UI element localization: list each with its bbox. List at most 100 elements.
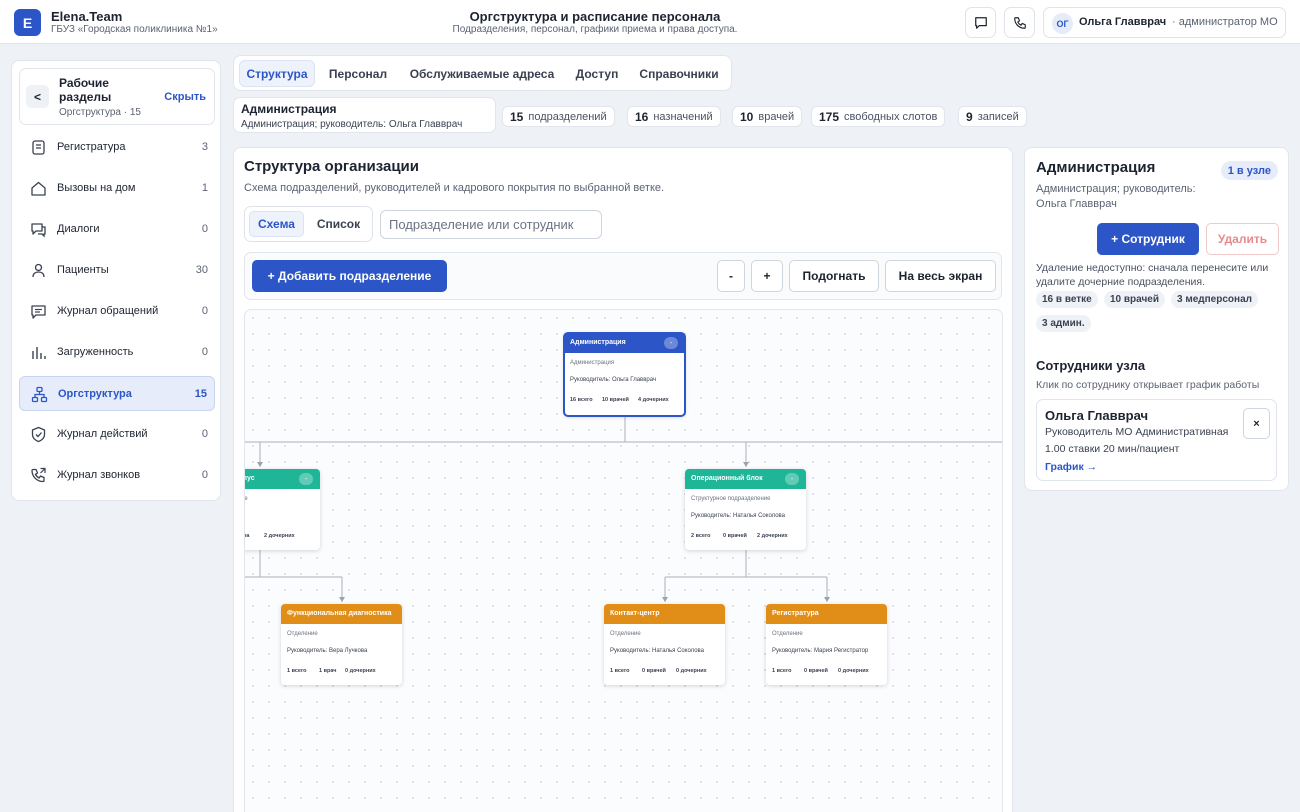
tab-references[interactable]: Справочники — [632, 60, 726, 87]
user-icon — [32, 263, 45, 278]
sidebar-item-label: Регистратура — [57, 141, 126, 153]
sidebar-title: Рабочие разделы — [59, 76, 112, 104]
collapse-sidebar-button[interactable]: < — [26, 85, 49, 108]
sidebar-subtitle: Оргструктура · 15 — [59, 107, 141, 118]
user-menu[interactable]: ОГ Ольга Главврач · администратор МО — [1043, 7, 1286, 38]
delete-note: Удаление недоступно: сначала перенесите … — [1036, 262, 1269, 288]
stat-doctors: 10 врачей — [732, 106, 803, 127]
stat-units: 15 подразделений — [502, 106, 615, 127]
view-switch: Схема Список — [244, 206, 373, 242]
org-node-type: Отделение — [610, 631, 641, 637]
sidebar-item-count: 0 — [201, 346, 208, 358]
sidebar-item-count: 0 — [201, 428, 208, 440]
org-node-chip: 0 дочерних — [345, 668, 376, 674]
sidebar-item-label: Пациенты — [57, 264, 109, 276]
org-node-head: Руководитель: Мария Регистратор — [772, 648, 869, 654]
search-input[interactable] — [380, 210, 602, 239]
org-node-chip: 1 всего — [610, 668, 630, 674]
org-chart-canvas[interactable]: Администрация - Администрация Руководитель:… — [244, 309, 1003, 812]
org-node-chip: 1 всего — [287, 668, 307, 674]
sidebar-item-0[interactable]: Регистратура 3 — [19, 130, 215, 165]
zoom-in-button[interactable]: + — [751, 260, 783, 292]
node-staff-hint: Клик по сотруднику открывает график рабо… — [1036, 379, 1260, 391]
org-node[interactable]: Операционный блок - Структурное подразделе… — [685, 469, 806, 550]
org-node-head: Руководитель: Ольга Главврач — [570, 377, 657, 383]
org-node-chip: 0 дочерних — [676, 668, 707, 674]
unit-subtitle: Администрация; руководитель: Ольга Главв… — [1036, 183, 1196, 210]
tab-addresses[interactable]: Обслуживаемые адреса — [402, 60, 562, 87]
fullscreen-button[interactable]: На весь экран — [885, 260, 996, 292]
collapse-node-button[interactable]: - — [664, 337, 678, 349]
sidebar-item-3[interactable]: Пациенты 30 — [19, 253, 215, 288]
sidebar-item-4[interactable]: Журнал обращений 0 — [19, 294, 215, 329]
org-node[interactable]: ческий корпус-подразделениеВера Лучковар… — [244, 469, 320, 550]
org-node-type: подразделение — [244, 496, 248, 502]
org-node-type: Администрация — [570, 360, 615, 366]
org-node[interactable]: Контакт-центр Отделение Руководитель: Ната… — [604, 604, 725, 685]
view-schema-button[interactable]: Схема — [249, 211, 304, 237]
org-node-chip: 4 дочерних — [638, 397, 669, 403]
org-node[interactable]: Администрация - Администрация Руководитель:… — [563, 332, 686, 417]
current-unit-crumb: Администрация Администрация; руководител… — [233, 97, 496, 133]
user-name: Ольга Главврач — [1079, 16, 1167, 28]
app-header: E Elena.Team ГБУЗ «Городская поликлиника… — [0, 0, 1300, 44]
chat-button[interactable] — [965, 7, 996, 38]
org-node-chip: 0 врачей — [642, 668, 666, 674]
delete-unit-button[interactable]: Удалить — [1206, 223, 1279, 255]
sidebar-item-label: Вызовы на дом — [57, 182, 136, 194]
sidebar-item-count: 0 — [201, 223, 208, 235]
tab-structure[interactable]: Структура — [239, 60, 315, 87]
org-node-chip: 0 врачей — [723, 533, 747, 539]
org-node[interactable]: Регистратура Отделение Руководитель: Мария… — [766, 604, 887, 685]
sidebar-item-label: Оргструктура — [58, 388, 132, 400]
phone-button[interactable] — [1004, 7, 1035, 38]
sidebar-item-label: Журнал звонков — [57, 469, 141, 481]
add-employee-button[interactable]: + Сотрудник — [1097, 223, 1199, 255]
hide-sidebar-link[interactable]: Скрыть — [164, 91, 206, 103]
org-node-head: Руководитель: Вера Лучкова — [287, 648, 368, 654]
avatar: ОГ — [1052, 13, 1073, 34]
org-node-chip: 0 дочерних — [838, 668, 869, 674]
chip-doctors: 10 врачей — [1104, 291, 1165, 308]
remove-employee-button[interactable]: × — [1243, 408, 1270, 439]
message-icon — [31, 305, 46, 319]
sidebar-item-count: 0 — [201, 469, 208, 481]
collapse-node-button[interactable]: - — [785, 473, 799, 485]
sidebar-header: < Рабочие разделы Оргструктура · 15 Скры… — [19, 68, 215, 125]
unit-details-panel: Администрация 1 в узле Администрация; ру… — [1024, 147, 1289, 491]
tab-access[interactable]: Доступ — [568, 60, 626, 87]
unit-title: Администрация — [1036, 159, 1156, 176]
sidebar-item-1[interactable]: Вызовы на дом 1 — [19, 171, 215, 206]
sidebar-item-label: Диалоги — [57, 223, 100, 235]
sidebar-item-label: Загруженность — [57, 346, 134, 358]
node-count-badge: 1 в узле — [1220, 161, 1278, 180]
dialogs-icon — [31, 223, 46, 238]
org-node[interactable]: Функциональная диагностика Отделение Руков… — [281, 604, 402, 685]
sidebar-item-2[interactable]: Диалоги 0 — [19, 212, 215, 247]
sidebar-item-count: 0 — [201, 305, 208, 317]
canvas-toolbar: + Добавить подразделение - + Подогнать Н… — [244, 252, 1002, 300]
sidebar-item-7[interactable]: Журнал действий 0 — [19, 417, 215, 452]
org-node-title: Контакт-центр — [604, 604, 725, 624]
zoom-out-button[interactable]: - — [717, 260, 745, 292]
org-name: ГБУЗ «Городская поликлиника №1» — [51, 24, 218, 35]
collapse-node-button[interactable]: - — [299, 473, 313, 485]
org-node-chip: 2 дочерних — [264, 533, 295, 539]
employee-card[interactable]: Ольга Главврач Руководитель МО Администр… — [1036, 399, 1277, 481]
chip-medstaff: 3 медперсонал — [1171, 291, 1258, 308]
crumb-title: Администрация — [241, 102, 337, 116]
fit-button[interactable]: Подогнать — [789, 260, 879, 292]
sidebar-item-label: Журнал действий — [57, 428, 148, 440]
sidebar-item-count: 15 — [194, 388, 207, 400]
tab-staff[interactable]: Персонал — [320, 60, 396, 87]
schedule-link[interactable]: График → — [1045, 461, 1097, 473]
add-unit-button[interactable]: + Добавить подразделение — [252, 260, 447, 292]
sidebar-item-count: 1 — [201, 182, 208, 194]
sidebar-item-6[interactable]: Оргструктура 15 — [19, 376, 215, 411]
sidebar: < Рабочие разделы Оргструктура · 15 Скры… — [11, 60, 221, 501]
org-node-chip: 10 врачей — [602, 397, 629, 403]
sidebar-item-8[interactable]: Журнал звонков 0 — [19, 458, 215, 493]
view-list-button[interactable]: Список — [308, 211, 369, 237]
sidebar-item-5[interactable]: Загруженность 0 — [19, 335, 215, 370]
org-node-chip: 0 врачей — [804, 668, 828, 674]
